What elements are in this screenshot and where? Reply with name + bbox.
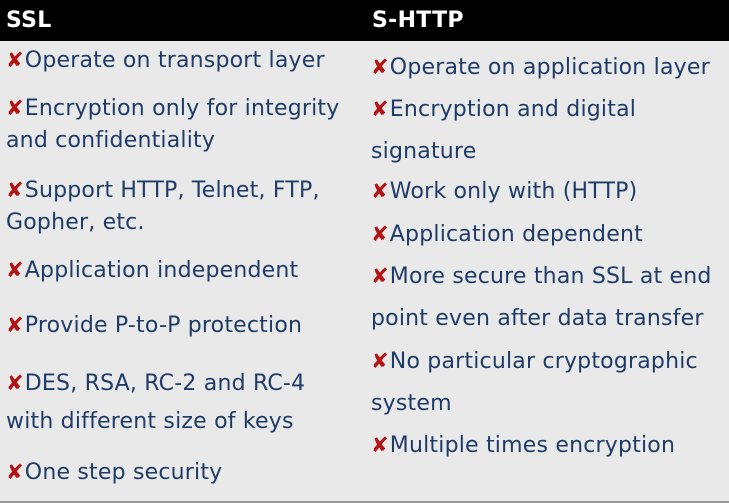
cross-icon: ✘ [371, 97, 389, 121]
cross-icon: ✘ [371, 222, 389, 246]
cross-icon: ✘ [6, 313, 24, 337]
cross-icon: ✘ [371, 264, 389, 288]
list-item: ✘Multiple times encryption [371, 433, 676, 458]
list-item: ✘More secure than SSL at end point even … [371, 264, 712, 331]
column-header-ssl: SSL [6, 8, 52, 33]
list-item: ✘Application dependent [371, 222, 643, 247]
cross-icon: ✘ [371, 349, 389, 373]
cross-icon: ✘ [6, 96, 24, 120]
list-item: ✘DES, RSA, RC-2 and RC-4 with different … [6, 371, 306, 434]
list-item: ✘No particular cryptographic system [371, 349, 698, 416]
list-item: ✘Provide P-to-P protection [6, 313, 303, 338]
list-item: ✘Operate on application layer [371, 55, 710, 80]
list-item: ✘Work only with (HTTP) [371, 179, 638, 204]
list-item: ✘Operate on transport layer [6, 48, 325, 73]
list-item: ✘Support HTTP, Telnet, FTP, Gopher, etc. [6, 178, 320, 235]
cross-icon: ✘ [6, 460, 24, 484]
cross-icon: ✘ [6, 48, 24, 72]
list-item: ✘One step security [6, 460, 223, 485]
list-item: ✘Application independent [6, 258, 299, 283]
cross-icon: ✘ [371, 433, 389, 457]
cross-icon: ✘ [6, 178, 24, 202]
list-item: ✘Encryption and digital signature [371, 97, 637, 164]
table-header-row: SSL S-HTTP [0, 0, 729, 41]
column-header-shttp: S-HTTP [372, 8, 464, 33]
cross-icon: ✘ [6, 371, 24, 395]
cross-icon: ✘ [371, 179, 389, 203]
cross-icon: ✘ [371, 55, 389, 79]
cross-icon: ✘ [6, 258, 24, 282]
comparison-table: SSL S-HTTP ✘Operate on transport layer ✘… [0, 0, 729, 503]
list-item: ✘Encryption only for integrity and confi… [6, 96, 340, 153]
